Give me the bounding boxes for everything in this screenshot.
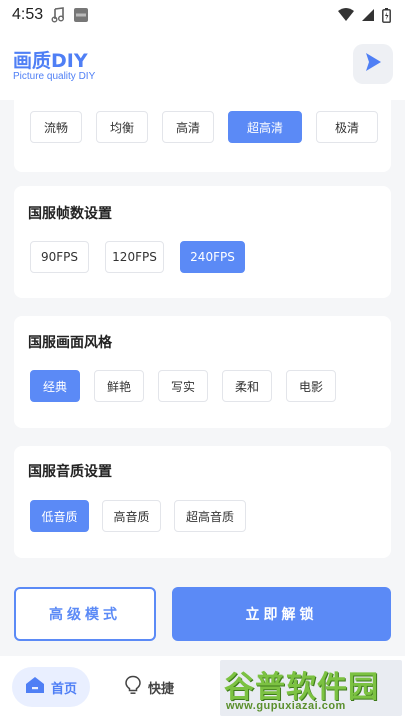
style-options: 经典 鲜艳 写实 柔和 电影 — [30, 370, 336, 402]
advanced-mode-button[interactable]: 高级模式 — [14, 587, 156, 641]
quality-option-smooth[interactable]: 流畅 — [30, 111, 82, 143]
signal-icon — [361, 8, 375, 22]
style-option-movie[interactable]: 电影 — [286, 370, 336, 402]
quality-option-hd[interactable]: 高清 — [162, 111, 214, 143]
fps-option-240[interactable]: 240FPS — [180, 241, 245, 273]
quality-option-balanced[interactable]: 均衡 — [96, 111, 148, 143]
quality-options: 流畅 均衡 高清 超高清 极清 — [30, 111, 378, 143]
music-note-icon — [51, 7, 65, 23]
app-title: 画质DIY — [13, 50, 88, 72]
battery-icon — [382, 7, 391, 23]
fps-option-90[interactable]: 90FPS — [30, 241, 89, 273]
app-header: 画质DIY Picture quality DIY — [0, 30, 405, 100]
status-time: 4:53 — [12, 6, 44, 23]
fps-card: 国服帧数设置 90FPS 120FPS 240FPS — [14, 186, 391, 298]
style-option-realistic[interactable]: 写实 — [158, 370, 208, 402]
fps-title: 国服帧数设置 — [28, 206, 112, 222]
play-icon — [362, 51, 384, 77]
watermark-logo: 谷普软件园 www.gupuxiazai.com — [220, 660, 402, 716]
style-title: 国服画面风格 — [28, 335, 112, 351]
style-card: 国服画面风格 经典 鲜艳 写实 柔和 电影 — [14, 316, 391, 428]
fps-option-120[interactable]: 120FPS — [105, 241, 164, 273]
quality-option-extreme[interactable]: 极清 — [316, 111, 378, 143]
watermark-url: www.gupuxiazai.com — [226, 700, 346, 712]
play-button[interactable] — [353, 44, 393, 84]
audio-options: 低音质 高音质 超高音质 — [30, 500, 246, 532]
unlock-now-button[interactable]: 立即解锁 — [172, 587, 391, 641]
audio-option-ultra[interactable]: 超高音质 — [174, 500, 246, 532]
audio-card: 国服音质设置 低音质 高音质 超高音质 — [14, 446, 391, 558]
fps-options: 90FPS 120FPS 240FPS — [30, 241, 245, 273]
lightbulb-icon — [124, 675, 142, 699]
quality-card: 流畅 均衡 高清 超高清 极清 — [14, 100, 391, 172]
nav-home[interactable]: 首页 — [12, 667, 90, 707]
hms-badge-icon — [73, 7, 89, 23]
home-icon — [25, 676, 45, 698]
style-option-soft[interactable]: 柔和 — [222, 370, 272, 402]
nav-quick-label: 快捷 — [148, 681, 175, 697]
quality-option-ultra-hd[interactable]: 超高清 — [228, 111, 302, 143]
wifi-icon — [338, 8, 354, 22]
style-option-vivid[interactable]: 鲜艳 — [94, 370, 144, 402]
status-bar: 4:53 — [0, 0, 405, 30]
audio-option-low[interactable]: 低音质 — [30, 500, 89, 532]
app-subtitle: Picture quality DIY — [13, 71, 96, 82]
style-option-classic[interactable]: 经典 — [30, 370, 80, 402]
audio-title: 国服音质设置 — [28, 464, 112, 480]
nav-home-label: 首页 — [50, 681, 77, 697]
audio-option-high[interactable]: 高音质 — [102, 500, 161, 532]
nav-quick[interactable]: 快捷 — [124, 667, 174, 707]
